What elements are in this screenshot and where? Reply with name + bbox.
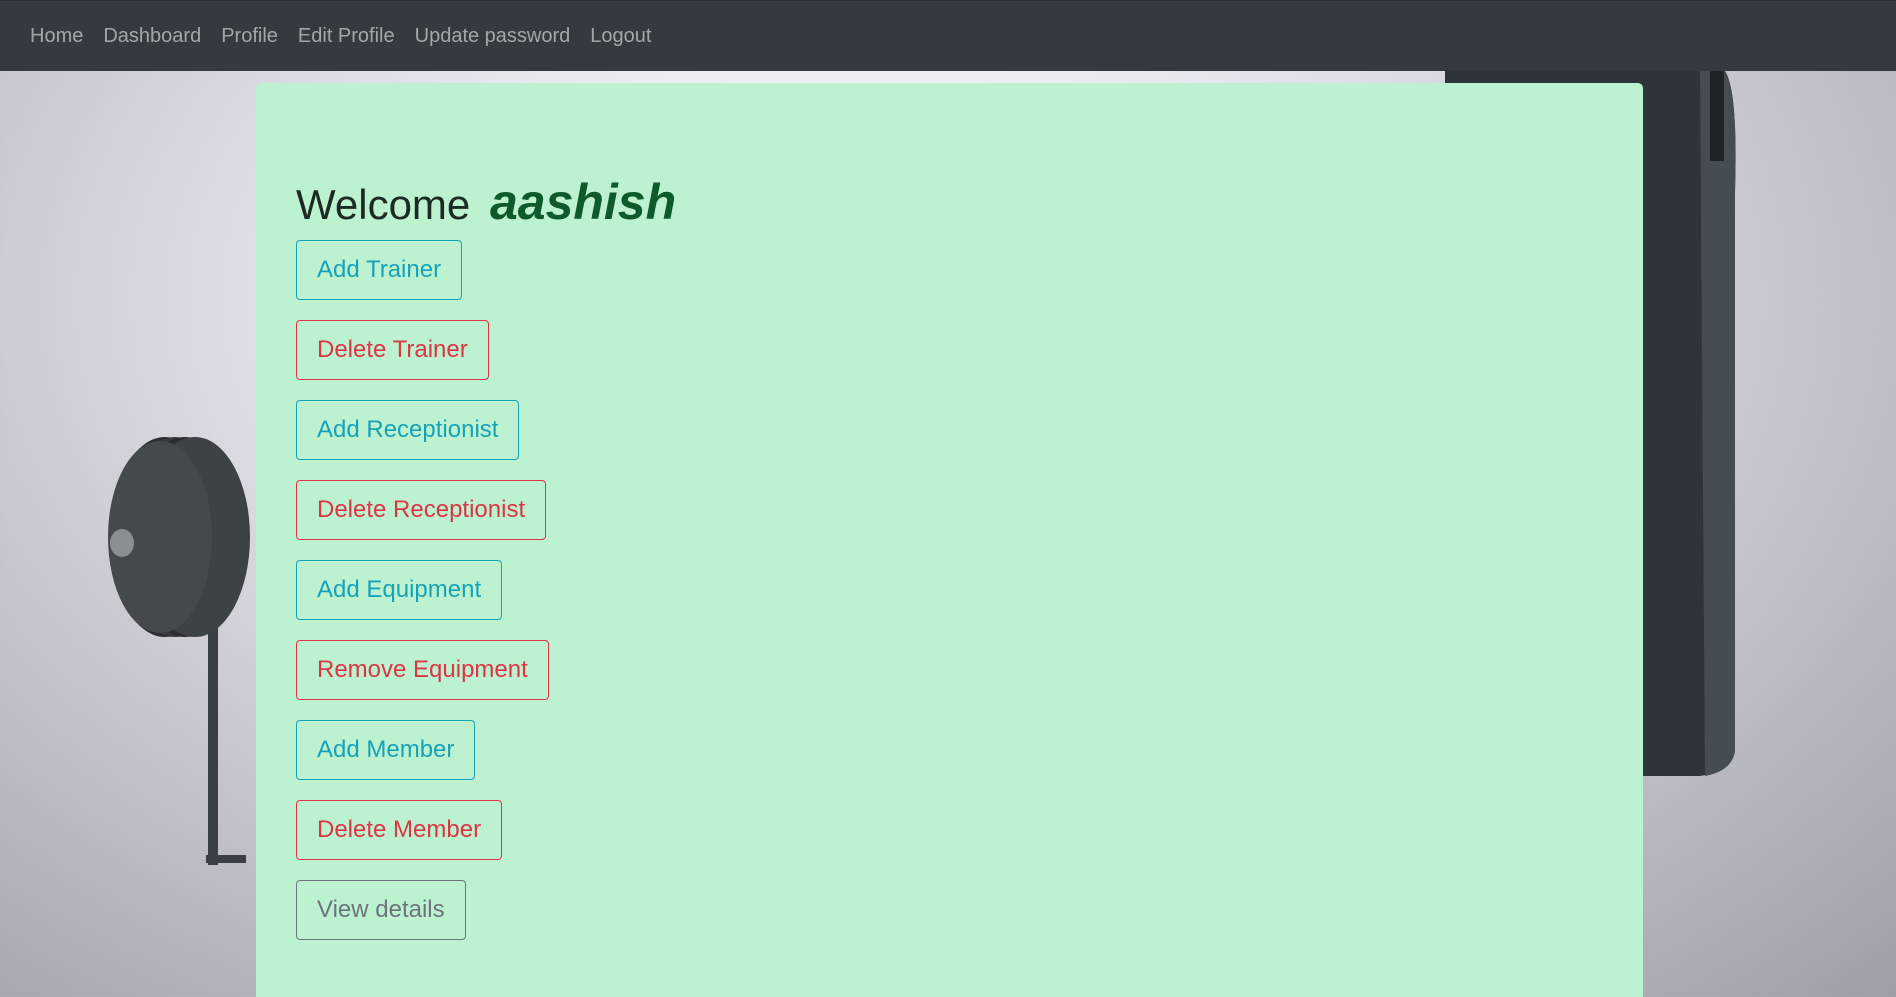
welcome-heading: Welcome aashish bbox=[296, 175, 1603, 230]
add-equipment-button[interactable]: Add Equipment bbox=[296, 560, 503, 620]
username: aashish bbox=[489, 174, 677, 230]
view-details-button[interactable]: View details bbox=[296, 880, 466, 940]
top-navbar: Home Dashboard Profile Edit Profile Upda… bbox=[0, 0, 1896, 71]
nav-profile-link[interactable]: Profile bbox=[221, 25, 278, 48]
delete-member-button[interactable]: Delete Member bbox=[296, 800, 503, 860]
weight-plate-stand-icon bbox=[108, 437, 250, 865]
add-member-button[interactable]: Add Member bbox=[296, 720, 476, 780]
action-button-list: Add Trainer Delete Trainer Add Reception… bbox=[296, 240, 1603, 960]
nav-home-link[interactable]: Home bbox=[30, 25, 83, 48]
nav-update-password-link[interactable]: Update password bbox=[415, 25, 571, 48]
nav-dashboard-link[interactable]: Dashboard bbox=[103, 25, 201, 48]
delete-receptionist-button[interactable]: Delete Receptionist bbox=[296, 480, 547, 540]
welcome-label: Welcome bbox=[296, 181, 471, 228]
admin-dashboard-panel: Welcome aashish Add Trainer Delete Train… bbox=[256, 83, 1643, 997]
remove-equipment-button[interactable]: Remove Equipment bbox=[296, 640, 549, 700]
nav-logout-link[interactable]: Logout bbox=[590, 25, 651, 48]
delete-trainer-button[interactable]: Delete Trainer bbox=[296, 320, 489, 380]
add-receptionist-button[interactable]: Add Receptionist bbox=[296, 400, 520, 460]
add-trainer-button[interactable]: Add Trainer bbox=[296, 240, 463, 300]
nav-edit-profile-link[interactable]: Edit Profile bbox=[298, 25, 395, 48]
